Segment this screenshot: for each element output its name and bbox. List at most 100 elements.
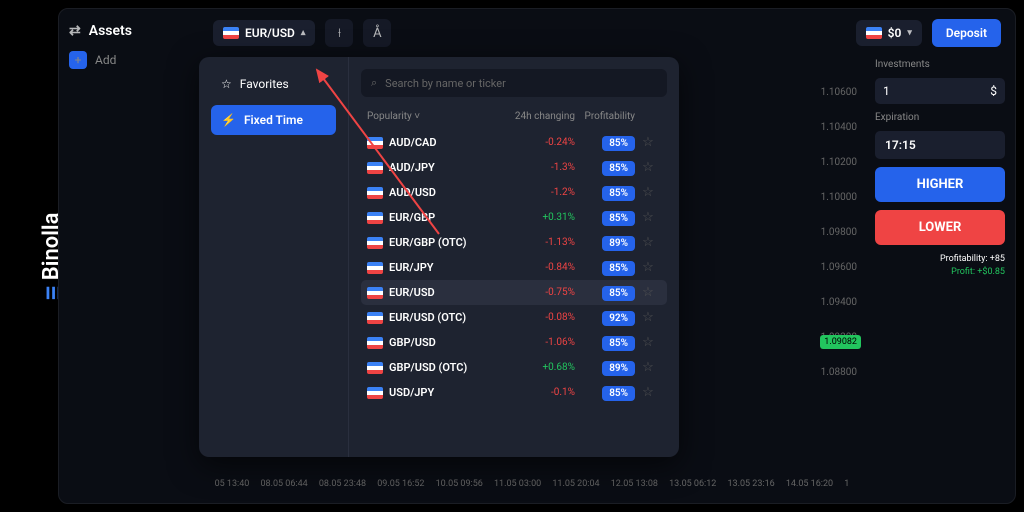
asset-row[interactable]: AUD/CAD-0.24%85%☆ xyxy=(361,130,667,155)
pair-selector-button[interactable]: EUR/USD ▴ xyxy=(213,20,315,46)
favorite-star[interactable]: ☆ xyxy=(635,135,661,150)
add-label: Add xyxy=(95,53,116,67)
flag-icon xyxy=(367,362,383,374)
col-popularity[interactable]: Popularity ˅ xyxy=(367,111,495,122)
expiration-label: Expiration xyxy=(875,112,1005,123)
asset-name: EUR/GBP (OTC) xyxy=(389,236,467,249)
favorite-star[interactable]: ☆ xyxy=(635,210,661,225)
deposit-button[interactable]: Deposit xyxy=(932,19,1001,47)
search-placeholder: Search by name or ticker xyxy=(385,77,506,90)
asset-row[interactable]: EUR/JPY-0.84%85%☆ xyxy=(361,255,667,280)
asset-change: -0.08% xyxy=(495,312,575,323)
asset-profit: 85% xyxy=(575,336,635,349)
favorite-star[interactable]: ☆ xyxy=(635,185,661,200)
col-change[interactable]: 24h changing xyxy=(495,111,575,122)
y-tick: 1.08800 xyxy=(821,367,857,378)
favorite-star[interactable]: ☆ xyxy=(635,160,661,175)
flag-icon xyxy=(367,287,383,299)
asset-profit: 85% xyxy=(575,286,635,299)
higher-button[interactable]: HIGHER xyxy=(875,167,1005,202)
dropdown-categories: ☆ Favorites ⚡ Fixed Time xyxy=(199,57,349,457)
favorite-star[interactable]: ☆ xyxy=(635,285,661,300)
flag-icon xyxy=(367,212,383,224)
asset-row[interactable]: GBP/USD -1.06%85%☆ xyxy=(361,330,667,355)
x-tick: 1 xyxy=(844,479,849,495)
asset-name: GBP/USD xyxy=(389,336,436,349)
trade-panel: Investments 1 $ Expiration 17:15 HIGHER … xyxy=(875,59,1005,278)
pair-label: EUR/USD xyxy=(245,26,295,40)
profitability-text: Profitability: +85 xyxy=(875,253,1005,266)
flag-icon xyxy=(367,187,383,199)
balance-display[interactable]: $0 ▾ xyxy=(856,20,922,46)
sidebar: ⇄ Assets + Add xyxy=(59,9,199,503)
flag-icon xyxy=(367,337,383,349)
asset-row[interactable]: AUD/JPY -1.3%85%☆ xyxy=(361,155,667,180)
indicators-button[interactable]: Å xyxy=(363,19,391,47)
asset-row[interactable]: EUR/USD-0.75%85%☆ xyxy=(361,280,667,305)
favorite-star[interactable]: ☆ xyxy=(635,385,661,400)
investment-input[interactable]: 1 $ xyxy=(875,78,1005,104)
topbar: EUR/USD ▴ ⟊ Å $0 ▾ Deposit xyxy=(199,9,1015,57)
asset-name: AUD/JPY xyxy=(389,161,435,174)
asset-dropdown: ☆ Favorites ⚡ Fixed Time ⌕ Search by nam… xyxy=(199,57,679,457)
y-axis: 1.106001.104001.102001.100001.098001.096… xyxy=(811,57,861,473)
flag-icon xyxy=(367,237,383,249)
bolt-icon: ⚡ xyxy=(221,113,236,127)
compass-icon: Å xyxy=(373,26,381,41)
app-window: ⇄ Assets + Add EUR/USD ▴ ⟊ Å $0 ▾ Deposi… xyxy=(58,8,1016,504)
profit-text: Profit: +$0.85 xyxy=(875,266,1005,279)
col-profitability[interactable]: Profitability xyxy=(575,111,635,122)
star-icon: ☆ xyxy=(221,77,232,91)
y-tick: 1.10400 xyxy=(821,122,857,133)
asset-change: -0.1% xyxy=(495,387,575,398)
favorite-star[interactable]: ☆ xyxy=(635,335,661,350)
x-tick: 12.05 13:08 xyxy=(611,479,658,495)
asset-row[interactable]: EUR/GBP+0.31%85%☆ xyxy=(361,205,667,230)
x-tick: 08.05 06:44 xyxy=(260,479,307,495)
search-input[interactable]: ⌕ Search by name or ticker xyxy=(361,69,667,97)
add-asset-button[interactable]: + Add xyxy=(69,51,189,69)
favorite-star[interactable]: ☆ xyxy=(635,260,661,275)
asset-profit: 85% xyxy=(575,211,635,224)
asset-row[interactable]: AUD/USD-1.2%85%☆ xyxy=(361,180,667,205)
asset-row[interactable]: USD/JPY -0.1%85%☆ xyxy=(361,380,667,405)
flag-icon xyxy=(367,312,383,324)
favorite-star[interactable]: ☆ xyxy=(635,360,661,375)
plus-icon: + xyxy=(69,51,87,69)
asset-row[interactable]: GBP/USD (OTC)+0.68%89%☆ xyxy=(361,355,667,380)
dropdown-list: ⌕ Search by name or ticker Popularity ˅ … xyxy=(349,57,679,457)
asset-row[interactable]: EUR/USD (OTC)-0.08%92%☆ xyxy=(361,305,667,330)
chart-settings-button[interactable]: ⟊ xyxy=(325,19,353,47)
assets-title: Assets xyxy=(89,23,132,39)
asset-name: EUR/USD (OTC) xyxy=(389,311,466,324)
x-axis: 05 13:4008.05 06:4408.05 23:4809.05 16:5… xyxy=(199,479,865,495)
lower-button[interactable]: LOWER xyxy=(875,210,1005,245)
y-tick: 1.10000 xyxy=(821,192,857,203)
flag-icon xyxy=(367,387,383,399)
asset-change: -0.24% xyxy=(495,137,575,148)
asset-change: -1.3% xyxy=(495,162,575,173)
expiration-input[interactable]: 17:15 xyxy=(875,131,1005,159)
y-tick: 1.10600 xyxy=(821,87,857,98)
flag-icon xyxy=(223,27,239,39)
investment-value: 1 xyxy=(883,84,890,98)
favorite-star[interactable]: ☆ xyxy=(635,310,661,325)
x-tick: 14.05 16:20 xyxy=(786,479,833,495)
flag-icon xyxy=(367,162,383,174)
favorite-star[interactable]: ☆ xyxy=(635,235,661,250)
asset-profit: 85% xyxy=(575,161,635,174)
asset-profit: 85% xyxy=(575,136,635,149)
asset-profit: 85% xyxy=(575,386,635,399)
y-tick: 1.09800 xyxy=(821,227,857,238)
assets-header: ⇄ Assets xyxy=(69,23,189,39)
asset-name: USD/JPY xyxy=(389,386,434,399)
flag-icon xyxy=(367,262,383,274)
x-tick: 10.05 09:56 xyxy=(436,479,483,495)
asset-change: -1.2% xyxy=(495,187,575,198)
asset-row[interactable]: EUR/GBP (OTC)-1.13%89%☆ xyxy=(361,230,667,255)
y-tick: 1.09400 xyxy=(821,297,857,308)
fixed-time-tab[interactable]: ⚡ Fixed Time xyxy=(211,105,336,135)
asset-change: -1.06% xyxy=(495,337,575,348)
asset-profit: 89% xyxy=(575,236,635,249)
favorites-tab[interactable]: ☆ Favorites xyxy=(211,69,336,99)
